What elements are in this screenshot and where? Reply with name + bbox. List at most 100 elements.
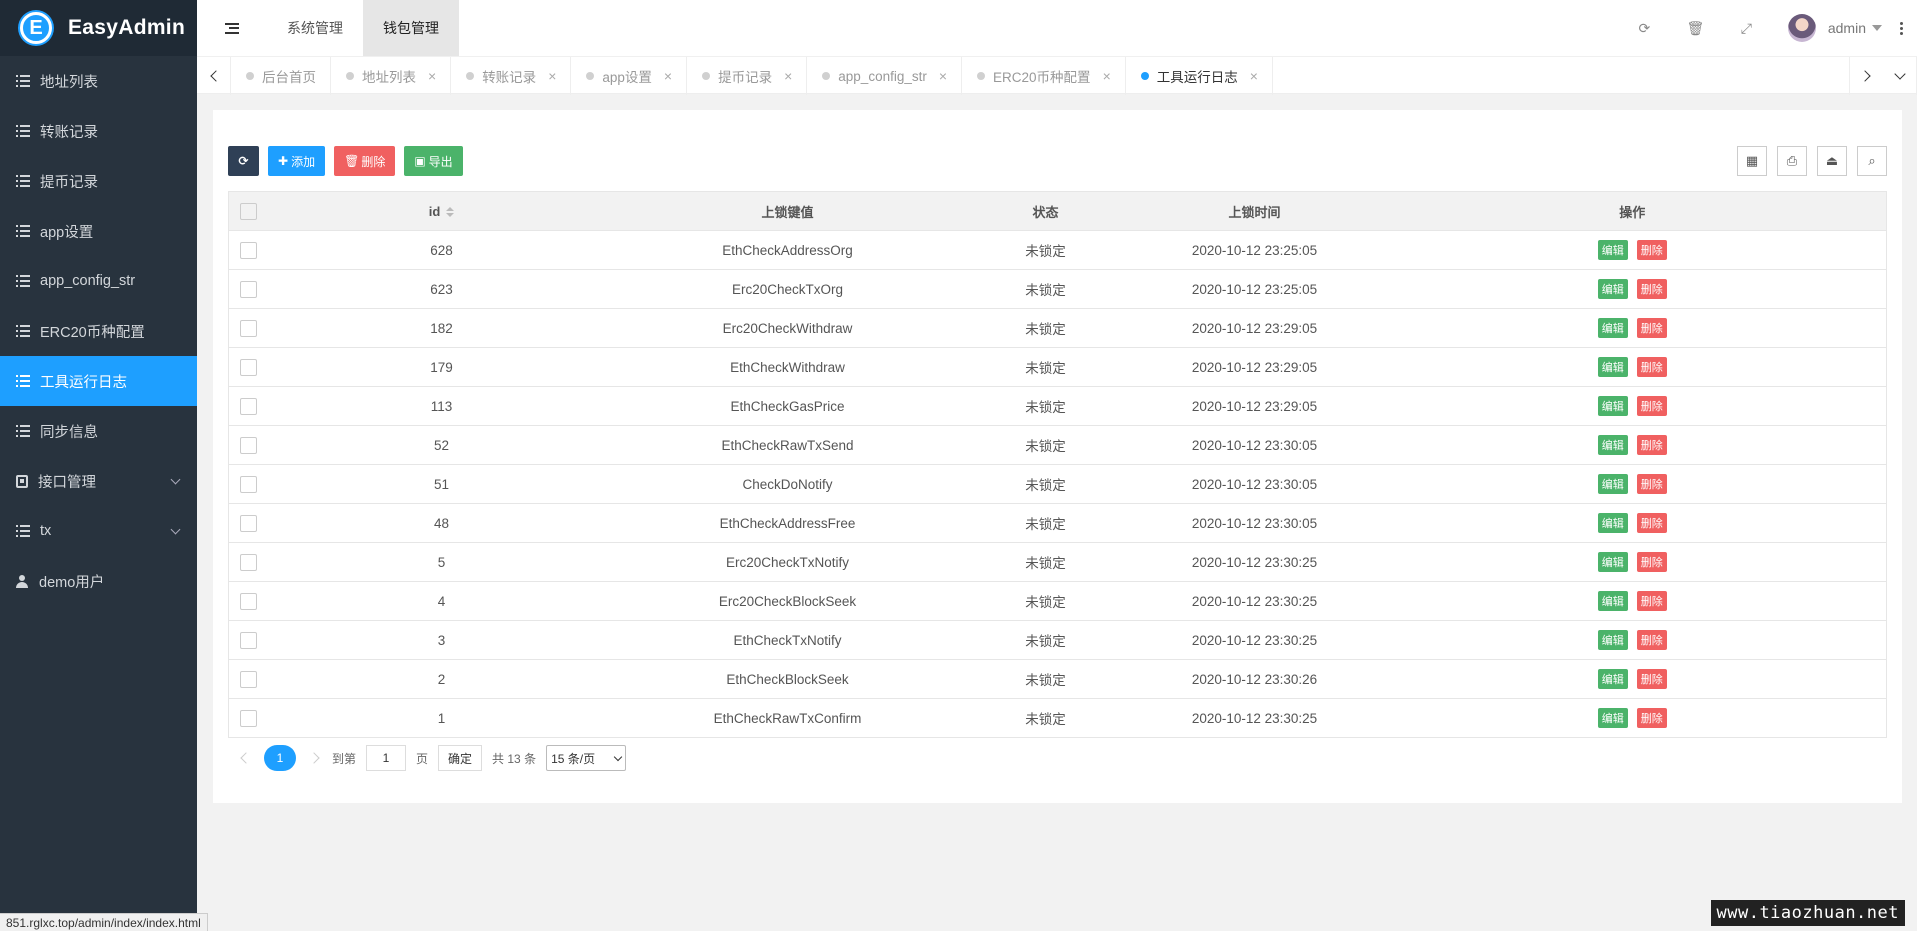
select-all-checkbox[interactable] — [240, 202, 258, 220]
search-icon[interactable]: ⌕ — [1857, 146, 1887, 176]
current-page[interactable]: 1 — [264, 745, 296, 771]
delete-row-button[interactable]: 删除 — [1636, 708, 1667, 728]
delete-row-button[interactable]: 删除 — [1636, 318, 1667, 338]
close-icon[interactable]: × — [1250, 68, 1258, 84]
sidebar-item-9[interactable]: tx — [0, 506, 197, 556]
sort-icon[interactable] — [446, 207, 455, 218]
row-checkbox[interactable] — [240, 397, 258, 415]
tab-scroll-left-button[interactable] — [197, 57, 231, 95]
top-nav-item-0[interactable]: 系统管理 — [267, 0, 363, 56]
delete-row-button[interactable]: 删除 — [1636, 552, 1667, 572]
close-icon[interactable]: × — [939, 68, 947, 84]
row-checkbox[interactable] — [240, 709, 258, 727]
tab-5[interactable]: app_config_str × — [807, 57, 963, 95]
edit-button[interactable]: 编辑 — [1597, 552, 1628, 572]
goto-confirm-button[interactable]: 确定 — [438, 745, 483, 771]
delete-row-button[interactable]: 删除 — [1636, 474, 1667, 494]
delete-button[interactable]: 🗑 删除 — [334, 146, 396, 176]
edit-button[interactable]: 编辑 — [1597, 396, 1628, 416]
avatar[interactable] — [1787, 14, 1816, 42]
columns-icon[interactable]: ▦ — [1737, 146, 1767, 176]
print-icon[interactable]: ⎙ — [1777, 146, 1807, 176]
top-nav-item-1[interactable]: 钱包管理 — [363, 0, 459, 56]
tab-dot-icon — [466, 72, 475, 80]
delete-row-button[interactable]: 删除 — [1636, 279, 1667, 299]
delete-row-button[interactable]: 删除 — [1636, 513, 1667, 533]
refresh-icon[interactable]: ⟳ — [1619, 0, 1670, 56]
sidebar-item-0[interactable]: 地址列表 — [0, 56, 197, 106]
tab-scroll-right-button[interactable] — [1849, 57, 1883, 95]
row-checkbox[interactable] — [240, 670, 258, 688]
page-size-select[interactable]: 15 条/页 — [546, 745, 627, 771]
edit-button[interactable]: 编辑 — [1597, 513, 1628, 533]
close-icon[interactable]: × — [664, 68, 672, 84]
prev-page-icon[interactable] — [240, 752, 252, 764]
export-icon[interactable]: ⏏ — [1817, 146, 1847, 176]
add-button[interactable]: ✚ 添加 — [268, 146, 326, 176]
edit-button[interactable]: 编辑 — [1597, 630, 1628, 650]
export-button[interactable]: ▣ 导出 — [404, 146, 463, 176]
edit-button[interactable]: 编辑 — [1597, 279, 1628, 299]
edit-button[interactable]: 编辑 — [1597, 591, 1628, 611]
delete-row-button[interactable]: 删除 — [1636, 357, 1667, 377]
tab-0[interactable]: 后台首页 — [231, 57, 331, 95]
sidebar-item-4[interactable]: app_config_str — [0, 256, 197, 306]
tab-1[interactable]: 地址列表 × — [331, 57, 452, 95]
sidebar-item-10[interactable]: demo用户 — [0, 556, 197, 606]
row-actions: 编辑 删除 — [1597, 240, 1667, 260]
delete-row-button[interactable]: 删除 — [1636, 591, 1667, 611]
more-vertical-icon[interactable] — [1900, 21, 1903, 35]
edit-button[interactable]: 编辑 — [1597, 474, 1628, 494]
logo[interactable]: E EasyAdmin — [0, 0, 197, 56]
row-checkbox[interactable] — [240, 241, 258, 259]
refresh-button[interactable]: ⟳ — [228, 146, 259, 176]
edit-button[interactable]: 编辑 — [1597, 669, 1628, 689]
close-icon[interactable]: × — [548, 68, 556, 84]
table-row: 182 Erc20CheckWithdraw 未锁定 2020-10-12 23:29… — [228, 308, 1887, 348]
sidebar-item-1[interactable]: 转账记录 — [0, 106, 197, 156]
row-checkbox[interactable] — [240, 631, 258, 649]
delete-row-button[interactable]: 删除 — [1636, 396, 1667, 416]
delete-row-button[interactable]: 删除 — [1636, 669, 1667, 689]
row-checkbox[interactable] — [240, 436, 258, 454]
row-checkbox[interactable] — [240, 475, 258, 493]
sidebar-item-7[interactable]: 同步信息 — [0, 406, 197, 456]
tab-7[interactable]: 工具运行日志 × — [1126, 57, 1273, 95]
row-checkbox[interactable] — [240, 280, 258, 298]
row-checkbox[interactable] — [240, 592, 258, 610]
user-name[interactable]: admin — [1828, 20, 1866, 36]
edit-button[interactable]: 编辑 — [1597, 435, 1628, 455]
edit-button[interactable]: 编辑 — [1597, 357, 1628, 377]
trash-icon[interactable]: 🗑 — [1670, 0, 1721, 56]
tab-menu-button[interactable] — [1883, 57, 1917, 95]
menu-toggle-button[interactable] — [197, 0, 267, 56]
sidebar-item-2[interactable]: 提币记录 — [0, 156, 197, 206]
sidebar-item-6[interactable]: 工具运行日志 — [0, 356, 197, 406]
tab-4[interactable]: 提币记录 × — [687, 57, 808, 95]
edit-button[interactable]: 编辑 — [1597, 708, 1628, 728]
sidebar-item-3[interactable]: app设置 — [0, 206, 197, 256]
row-checkbox[interactable] — [240, 358, 258, 376]
chevron-down-icon[interactable] — [1872, 25, 1882, 31]
delete-row-button[interactable]: 删除 — [1636, 630, 1667, 650]
tab-3[interactable]: app设置 × — [571, 57, 688, 95]
close-icon[interactable]: × — [1103, 68, 1111, 84]
next-page-icon[interactable] — [308, 752, 320, 764]
fullscreen-icon[interactable]: ⤢ — [1721, 0, 1772, 56]
row-actions: 编辑 删除 — [1597, 396, 1667, 416]
delete-row-button[interactable]: 删除 — [1636, 240, 1667, 260]
sidebar-item-8[interactable]: 接口管理 — [0, 456, 197, 506]
row-checkbox[interactable] — [240, 514, 258, 532]
tab-2[interactable]: 转账记录 × — [451, 57, 572, 95]
close-icon[interactable]: × — [784, 68, 792, 84]
close-icon[interactable]: × — [428, 68, 436, 84]
sidebar-item-5[interactable]: ERC20币种配置 — [0, 306, 197, 356]
row-checkbox[interactable] — [240, 319, 258, 337]
goto-page-input[interactable] — [366, 745, 407, 771]
column-id[interactable]: id — [268, 191, 615, 231]
edit-button[interactable]: 编辑 — [1597, 240, 1628, 260]
delete-row-button[interactable]: 删除 — [1636, 435, 1667, 455]
edit-button[interactable]: 编辑 — [1597, 318, 1628, 338]
tab-6[interactable]: ERC20币种配置 × — [962, 57, 1126, 95]
row-checkbox[interactable] — [240, 553, 258, 571]
